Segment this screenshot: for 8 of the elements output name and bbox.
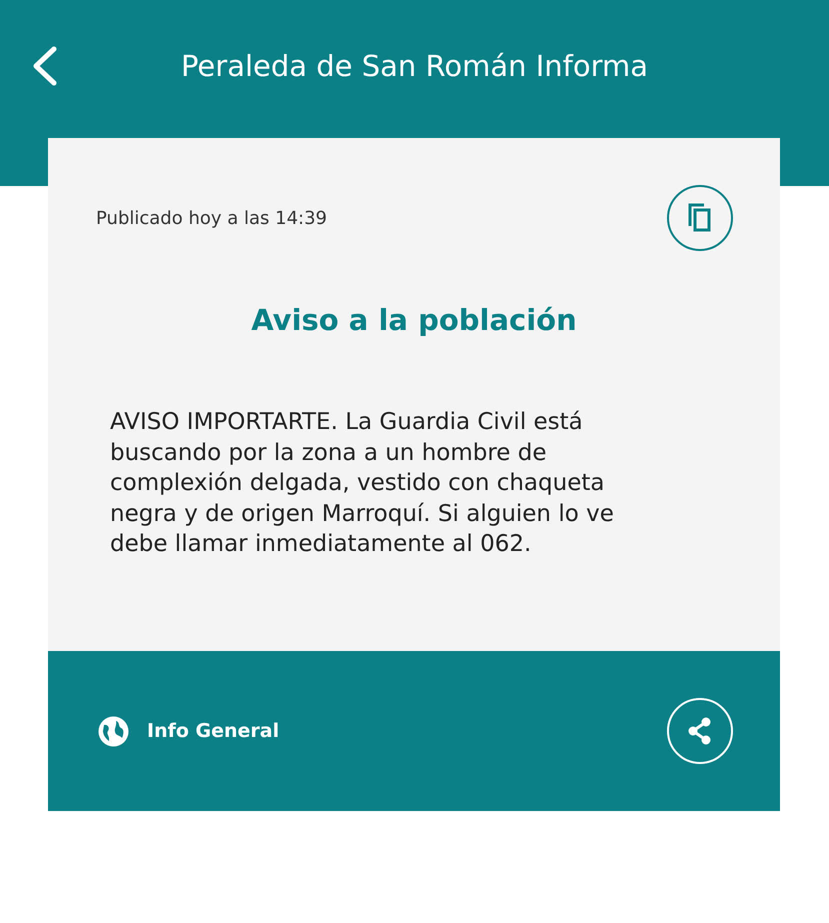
notice-title: Aviso a la población [250,303,578,337]
category-label: Info General [147,720,280,742]
publish-time: Publicado hoy a las 14:39 [96,208,328,228]
page-title: Peraleda de San Román Informa [180,49,650,83]
share-button[interactable] [667,698,733,764]
copy-button[interactable] [667,185,733,251]
notice-body: AVISO IMPORTARTE. La Guardia Civil está buscando por la zona a un hombre de complexión delgada, vestido con chaqueta negra y de origen Marroquí. Si alguien lo ve debe llamar inmediatamente al 062. [110,408,615,559]
globe-icon [98,716,129,746]
